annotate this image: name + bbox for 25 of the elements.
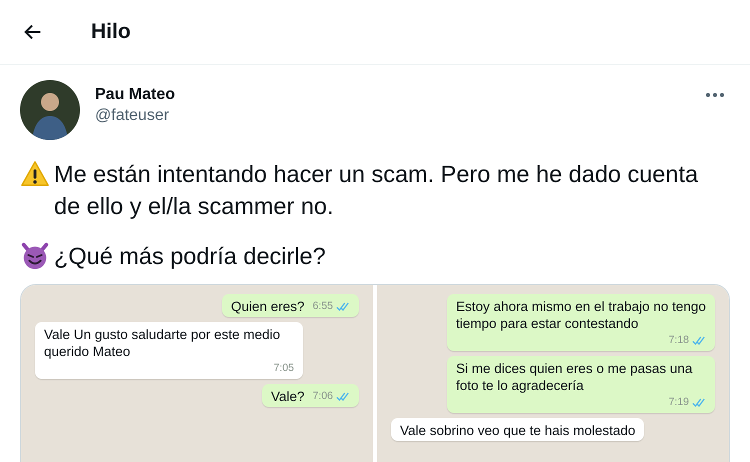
double-check-icon bbox=[692, 398, 706, 407]
double-check-icon bbox=[692, 336, 706, 345]
message-time: 7:06 bbox=[312, 389, 333, 404]
page-title: Hilo bbox=[91, 20, 131, 44]
message-time: 7:19 bbox=[668, 395, 689, 410]
double-check-icon bbox=[336, 392, 350, 401]
tweet-text: Me están intentando hacer un scam. Pero me he dado cuenta de ello y el/la scammer no. bbox=[54, 160, 700, 221]
message-text: Si me dices quien eres o me pasas una foto te lo agradecería bbox=[456, 360, 694, 394]
more-options-icon[interactable] bbox=[705, 92, 725, 98]
message-time: 7:05 bbox=[274, 361, 294, 376]
message-text: Vale sobrino veo que te hais molestado bbox=[400, 422, 636, 439]
author-name[interactable]: Pau Mateo bbox=[95, 86, 705, 104]
message-text: Estoy ahora mismo en el trabajo no tengo tiempo para estar contestando bbox=[456, 298, 706, 332]
warning-icon bbox=[20, 159, 50, 189]
message-text: Vale? bbox=[271, 388, 305, 405]
double-check-icon bbox=[336, 302, 350, 311]
message-time: 6:55 bbox=[312, 299, 333, 314]
devil-face-icon bbox=[20, 241, 50, 271]
author-handle[interactable]: @fateuser bbox=[95, 107, 705, 125]
chat-screenshot[interactable]: Estoy ahora mismo en el trabajo no tengo tiempo para estar contestando 7:18 Si me dices quien eres o me pasas una foto te lo agradecería 7:19 Vale sobrino veo que te hais molestado bbox=[377, 285, 729, 462]
message-text: Quien eres? bbox=[231, 298, 305, 315]
chat-screenshot[interactable]: Quien eres? 6:55 Vale Un gusto saludarte por este medio querido Mateo 7:05 Vale? 7:06 bbox=[21, 285, 373, 462]
message-text: Vale Un gusto saludarte por este medio querido Mateo bbox=[44, 326, 282, 360]
message-time: 7:18 bbox=[668, 333, 689, 348]
tweet-text: ¿Qué más podría decirle? bbox=[54, 242, 327, 271]
